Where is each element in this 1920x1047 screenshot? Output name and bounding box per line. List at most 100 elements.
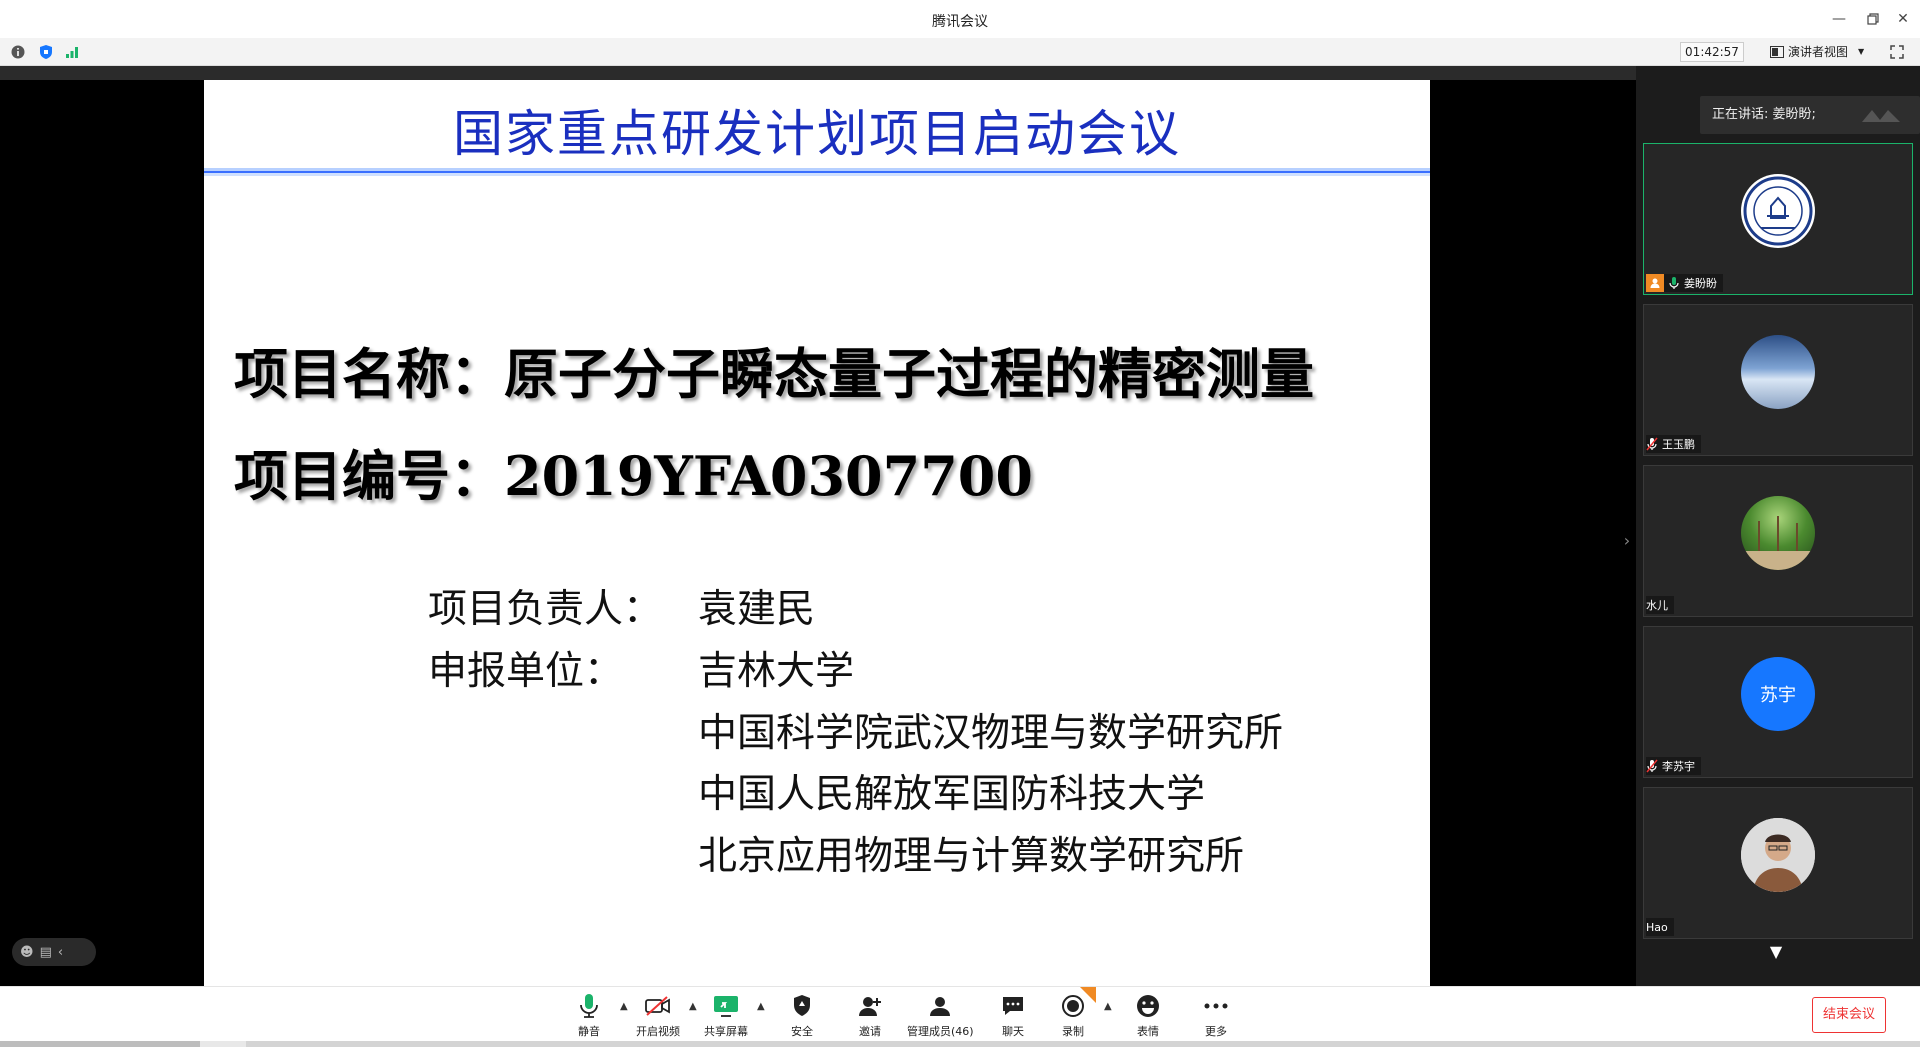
participant-tile[interactable]: Hao	[1643, 787, 1913, 939]
participant-tile[interactable]: 姜盼盼	[1643, 143, 1913, 295]
video-button[interactable]: 开启视频	[636, 991, 680, 1043]
fullscreen-icon	[1890, 45, 1904, 59]
manage-members-button[interactable]: 管理成员(46)	[907, 991, 974, 1043]
network-status-button[interactable]	[64, 44, 80, 60]
participant-tile[interactable]: 王玉鹏	[1643, 304, 1913, 456]
chevron-up-icon[interactable]: ▲	[620, 1001, 628, 1012]
fullscreen-button[interactable]	[1888, 44, 1906, 60]
microphone-icon	[580, 994, 598, 1018]
avatar	[1741, 496, 1815, 570]
close-icon: ✕	[1897, 11, 1909, 27]
participant-name-tag: 王玉鹏	[1646, 435, 1701, 453]
scrollbar-track[interactable]	[246, 1041, 1920, 1047]
shield-icon	[794, 995, 810, 1016]
record-label: 录制	[1062, 1025, 1084, 1038]
avatar	[1741, 818, 1815, 892]
leader-value: 袁建民	[698, 587, 816, 632]
share-screen-button[interactable]: 共享屏幕	[704, 991, 748, 1043]
emoji-button[interactable]: 表情	[1133, 991, 1163, 1043]
video-label: 开启视频	[636, 1025, 680, 1038]
meeting-info-bar: 01:42:57 演讲者视图 ▼	[0, 38, 1920, 66]
unit-item: 中国科学院武汉物理与数学研究所	[698, 711, 1284, 756]
members-icon	[930, 997, 951, 1016]
avatar	[1741, 174, 1815, 248]
chevron-right-icon: ›	[1623, 530, 1631, 550]
security-button[interactable]: 安全	[787, 991, 817, 1043]
participant-name: Hao	[1646, 920, 1668, 934]
participant-name: 姜盼盼	[1684, 277, 1717, 290]
invite-button[interactable]: 邀请	[855, 991, 885, 1043]
microphone-muted-icon	[1646, 437, 1658, 451]
project-number: 项目编号：2019YFA0307700	[234, 444, 1033, 508]
participant-name: 王玉鹏	[1662, 438, 1695, 451]
security-label: 安全	[791, 1025, 813, 1038]
new-badge-icon	[1080, 987, 1096, 1003]
chat-label: 聊天	[1002, 1025, 1024, 1038]
security-status-button[interactable]	[38, 44, 54, 60]
microphone-icon	[1669, 277, 1679, 289]
participant-name-tag: Hao	[1646, 918, 1674, 936]
participant-name-tag: 水儿	[1646, 596, 1674, 614]
person-photo-icon	[1741, 818, 1815, 892]
chevron-up-icon[interactable]: ▲	[1104, 1001, 1112, 1012]
scrollbar-thumb[interactable]	[0, 1041, 200, 1047]
chevron-up-icon[interactable]: ▲	[689, 1001, 697, 1012]
invite-label: 邀请	[859, 1025, 881, 1038]
meeting-toolbar: 静音 ▲ 开启视频 ▲ 共享屏幕 ▲ 安全 邀请 管理成员(46) 聊天 录制 …	[0, 986, 1920, 1047]
speaking-wave-icon	[1862, 110, 1900, 122]
unit-item: 中国人民解放军国防科技大学	[698, 772, 1206, 817]
slide-title: 国家重点研发计划项目启动会议	[453, 105, 1181, 163]
add-user-icon	[859, 997, 881, 1016]
unit-label: 申报单位：	[428, 649, 624, 694]
mute-label: 静音	[578, 1025, 600, 1038]
trees-photo-icon	[1741, 516, 1815, 570]
restore-button[interactable]	[1862, 8, 1884, 30]
speaking-indicator: 正在讲话: 姜盼盼;	[1700, 96, 1920, 134]
participant-name-tag: 李苏宇	[1646, 757, 1701, 775]
leader-label: 项目负责人：	[428, 587, 663, 632]
more-button[interactable]: 更多	[1201, 991, 1231, 1043]
meeting-timer: 01:42:57	[1680, 42, 1744, 62]
triangle-down-icon: ▼	[1769, 941, 1783, 961]
info-icon	[11, 45, 25, 59]
view-switch-button[interactable]: 演讲者视图 ▼	[1764, 42, 1870, 62]
presentation-slide: 国家重点研发计划项目启动会议 项目名称：原子分子瞬态量子过程的精密测量 项目编号…	[204, 80, 1430, 986]
chevron-left-icon[interactable]: ‹	[58, 945, 63, 960]
microphone-muted-icon	[1646, 759, 1658, 773]
participant-name: 李苏宇	[1662, 760, 1695, 773]
participant-tile[interactable]: 水儿	[1643, 465, 1913, 617]
end-meeting-button[interactable]: 结束会议	[1812, 997, 1887, 1033]
participant-name-tag: 姜盼盼	[1646, 274, 1723, 292]
layout-icon	[1770, 46, 1784, 58]
emoji-label: 表情	[1137, 1025, 1159, 1038]
caption-icon[interactable]: ▤	[40, 945, 52, 960]
close-button[interactable]: ✕	[1892, 8, 1914, 30]
chevron-up-icon[interactable]: ▲	[757, 1001, 765, 1012]
avatar: 苏宇	[1741, 657, 1815, 731]
university-seal-icon	[1742, 175, 1814, 247]
more-label: 更多	[1205, 1025, 1227, 1038]
chat-button[interactable]: 聊天	[998, 991, 1028, 1043]
meeting-window: 腾讯会议 — ✕ 01:42:57 演讲者视图 ▼ 国家重点研发计划项目启动会议…	[0, 0, 1920, 1047]
mute-button[interactable]: 静音	[574, 991, 604, 1043]
unit-item: 北京应用物理与计算数学研究所	[698, 834, 1245, 879]
share-screen-label: 共享屏幕	[704, 1025, 748, 1038]
speaking-text: 正在讲话: 姜盼盼;	[1712, 107, 1816, 122]
signal-icon	[66, 47, 78, 58]
slide-title-rule	[204, 173, 1430, 176]
floating-tools: ☻ ▤ ‹	[12, 938, 96, 966]
chevron-down-icon: ▼	[1858, 47, 1865, 56]
window-title: 腾讯会议	[932, 14, 988, 30]
smiley-icon	[1137, 995, 1159, 1017]
participant-tile[interactable]: 苏宇 李苏宇	[1643, 626, 1913, 778]
minimize-button[interactable]: —	[1828, 8, 1850, 30]
meeting-info-button[interactable]	[10, 44, 26, 60]
emoji-icon[interactable]: ☻	[20, 945, 34, 960]
scroll-down-button[interactable]: ▼	[1766, 941, 1786, 961]
view-switch-label: 演讲者视图	[1788, 45, 1849, 59]
participant-name: 水儿	[1646, 599, 1668, 612]
minimize-icon: —	[1832, 11, 1846, 27]
collapse-panel-button[interactable]: ›	[1620, 528, 1634, 552]
record-button[interactable]: 录制	[1058, 987, 1096, 1043]
avatar-initials: 苏宇	[1760, 685, 1796, 706]
